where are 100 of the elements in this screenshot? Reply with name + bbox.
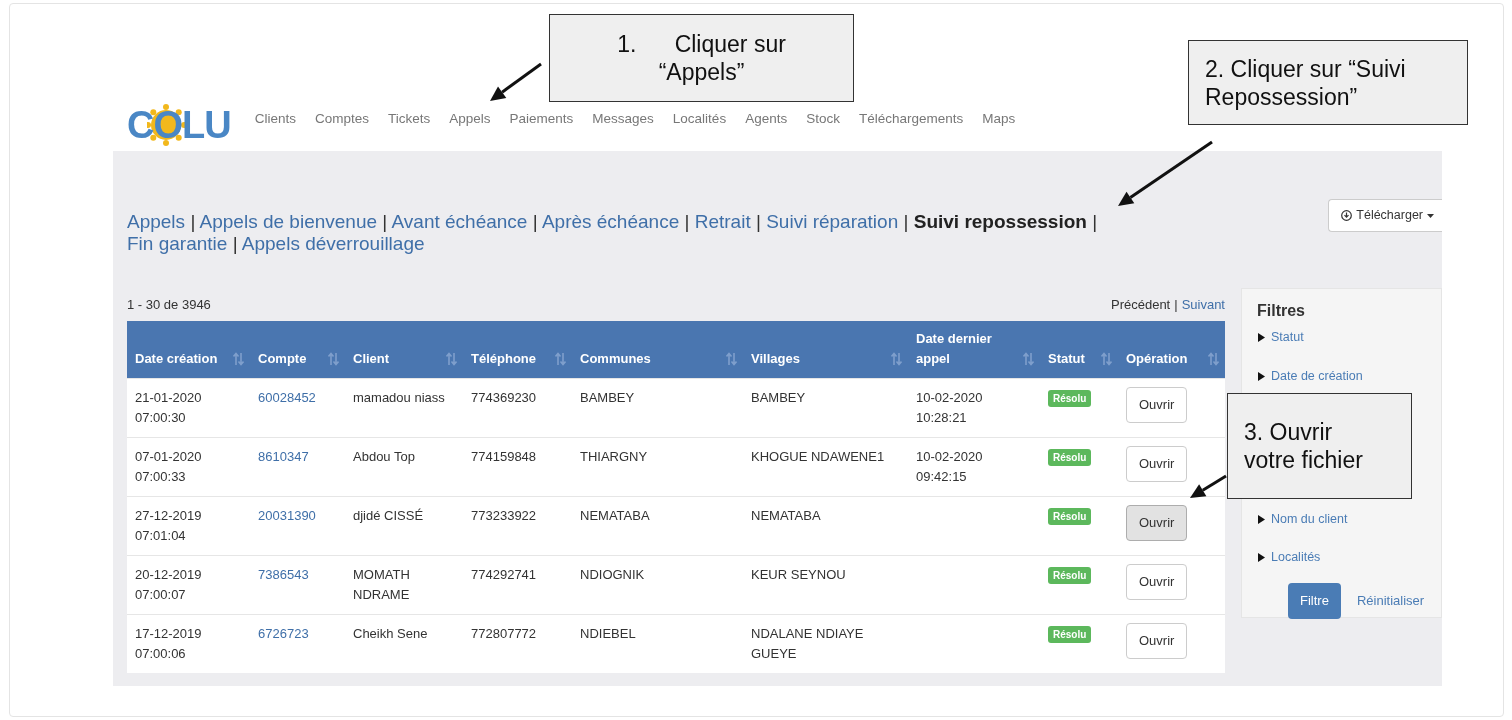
sort-icon <box>891 352 902 366</box>
nav-link[interactable]: Stock <box>806 108 840 129</box>
reset-link[interactable]: Réinitialiser <box>1356 591 1425 611</box>
call-tab[interactable]: Suivi repossession <box>913 211 1087 232</box>
nav-link[interactable]: Messages <box>592 108 654 129</box>
callout-text: 1. Cliquer sur “Appels” <box>617 30 786 86</box>
column-header[interactable]: Communes <box>572 321 743 379</box>
arrow <box>1190 474 1227 498</box>
open-button[interactable]: Ouvrir <box>1126 387 1188 423</box>
table-cell: 21-01-2020 07:00:30 <box>127 378 250 438</box>
nav-link[interactable]: Maps <box>982 108 1016 129</box>
record-count: 1 - 30 de 3946 <box>127 296 211 314</box>
arrow <box>490 62 542 101</box>
separator: | <box>382 211 388 232</box>
open-button[interactable]: Ouvrir <box>1126 505 1188 541</box>
sort-icon <box>328 352 339 366</box>
download-button[interactable]: Télécharger <box>1328 199 1442 232</box>
column-header[interactable]: Compte <box>250 321 345 379</box>
table-cell: 10-02-2020 09:42:15 <box>908 437 1040 497</box>
nav-link[interactable]: Appels <box>449 108 491 129</box>
call-tab[interactable]: Après échéance <box>541 211 680 232</box>
table-cell: djidé CISSÉ <box>345 496 463 556</box>
separator: | <box>903 211 909 232</box>
status-badge: Résolu <box>1048 508 1092 525</box>
separator: | <box>1092 211 1098 232</box>
table-cell: NDALANE NDIAYE GUEYE <box>743 614 908 673</box>
open-button[interactable]: Ouvrir <box>1126 623 1188 659</box>
filter-toggle[interactable]: Statut <box>1257 328 1441 347</box>
separator: | <box>232 233 238 254</box>
caret-right-icon <box>1257 514 1265 524</box>
filter-toggle[interactable]: Date de création <box>1257 366 1441 386</box>
separator: | <box>684 211 690 232</box>
sort-icon <box>446 352 457 366</box>
table-cell: 27-12-2019 07:01:04 <box>127 496 250 556</box>
download-icon <box>1341 210 1353 221</box>
sort-icon <box>1101 352 1112 366</box>
table-cell: THIARGNY <box>572 437 743 497</box>
call-tab[interactable]: Appels <box>127 211 186 232</box>
call-tab[interactable]: Fin garantie <box>127 233 228 254</box>
open-button[interactable]: Ouvrir <box>1126 564 1188 600</box>
call-tab[interactable]: Retrait <box>694 211 751 232</box>
account-link[interactable]: 8610347 <box>258 449 309 464</box>
table-cell: 772807772 <box>463 614 572 673</box>
filter-title: Filtres <box>1257 301 1306 321</box>
separator: | <box>1174 296 1178 314</box>
callout-text: 3. Ouvrir votre fichier <box>1244 418 1363 474</box>
table-cell: NDIOGNIK <box>572 555 743 615</box>
table-cell: BAMBEY <box>743 378 908 438</box>
caret-right-icon <box>1257 553 1265 563</box>
column-header[interactable]: Téléphone <box>463 321 572 379</box>
account-link[interactable]: 6726723 <box>258 626 309 641</box>
status-badge: Résolu <box>1048 567 1092 584</box>
nav-link[interactable]: Téléchargements <box>858 108 964 129</box>
sort-icon <box>233 352 244 366</box>
sort-icon <box>726 352 737 366</box>
table-cell: 773233922 <box>463 496 572 556</box>
table-cell: Abdou Top <box>345 437 463 497</box>
nav-link[interactable]: Agents <box>745 108 788 129</box>
sort-icon <box>1023 352 1034 366</box>
call-tab[interactable]: Appels de bienvenue <box>199 211 378 232</box>
account-link[interactable]: 60028452 <box>258 390 316 405</box>
pagination-link[interactable]: Suivant <box>1181 295 1225 321</box>
filter-toggle[interactable]: Nom du client <box>1257 509 1441 529</box>
column-header[interactable]: Client <box>345 321 463 379</box>
column-header[interactable]: Statut <box>1040 321 1118 379</box>
nav-link[interactable]: Comptes <box>314 108 369 129</box>
filter-button[interactable]: Filtre <box>1288 583 1341 619</box>
table-cell: BAMBEY <box>572 378 743 438</box>
call-tab[interactable]: Suivi réparation <box>766 211 899 232</box>
table-cell: 774369230 <box>463 378 572 438</box>
column-header[interactable]: Villages <box>743 321 908 379</box>
call-tab[interactable]: Avant échéance <box>391 211 528 232</box>
nav-link[interactable]: Tickets <box>387 108 431 129</box>
logo: COLU <box>127 103 231 147</box>
table-cell: Cheikh Sene <box>345 614 463 673</box>
separator: | <box>532 211 538 232</box>
table-cell: 20-12-2019 07:00:07 <box>127 555 250 615</box>
column-header[interactable]: Date dernier appel <box>908 321 1040 379</box>
column-header[interactable]: Opération <box>1118 321 1225 379</box>
status-badge: Résolu <box>1048 626 1092 643</box>
table-cell: KEUR SEYNOU <box>743 555 908 615</box>
table-cell: 774159848 <box>463 437 572 497</box>
nav-link[interactable]: Clients <box>254 108 296 129</box>
account-link[interactable]: 7386543 <box>258 567 309 582</box>
nav-link[interactable]: Paiements <box>509 108 574 129</box>
status-badge: Résolu <box>1048 390 1092 407</box>
separator: | <box>755 211 761 232</box>
status-badge: Résolu <box>1048 449 1092 466</box>
table-cell: 07-01-2020 07:00:33 <box>127 437 250 497</box>
account-link[interactable]: 20031390 <box>258 508 316 523</box>
filter-toggle[interactable]: Localités <box>1257 548 1441 568</box>
table-cell: NDIEBEL <box>572 614 743 673</box>
table-cell: 10-02-2020 10:28:21 <box>908 378 1040 438</box>
open-button[interactable]: Ouvrir <box>1126 446 1188 482</box>
call-tab[interactable]: Appels déverrouillage <box>241 233 425 254</box>
table-cell: MOMATH NDRAME <box>345 555 463 615</box>
caret-icon <box>1427 213 1434 218</box>
nav-link[interactable]: Localités <box>672 108 727 129</box>
sort-icon <box>1208 352 1219 366</box>
column-header[interactable]: Date création <box>127 321 250 379</box>
